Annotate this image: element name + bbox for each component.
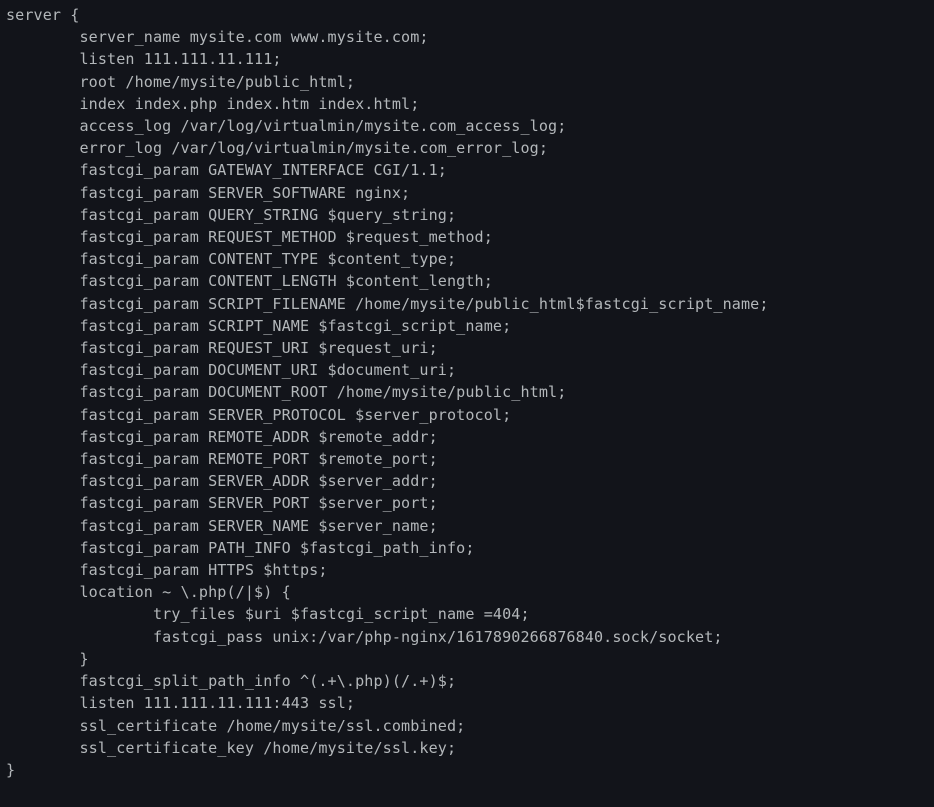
nginx-config-code: server { server_name mysite.com www.mysi…	[6, 6, 769, 779]
nginx-config-block: server { server_name mysite.com www.mysi…	[0, 0, 934, 785]
